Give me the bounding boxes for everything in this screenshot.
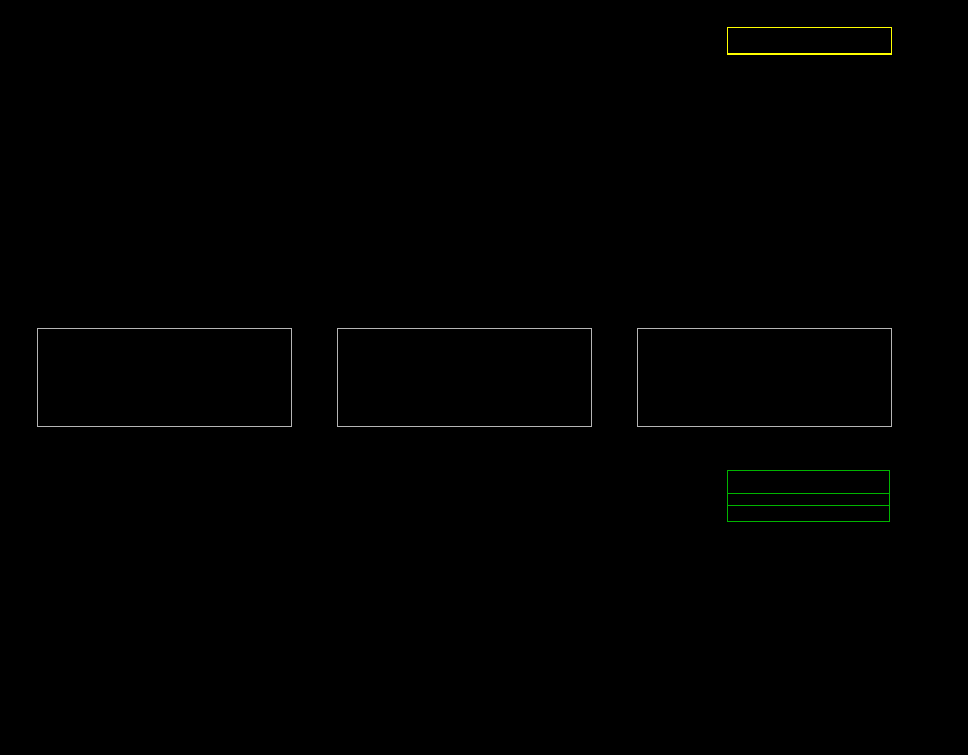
thumbnail-eliminate-canvas xyxy=(337,328,592,427)
parameter-value xyxy=(799,506,841,521)
thumbnail-original-canvas xyxy=(37,328,292,427)
parameter-name xyxy=(727,524,798,538)
autoscala-output-panel xyxy=(727,27,892,55)
thumbnail-original-ionogram xyxy=(37,328,292,433)
thumbnail-evidence-canvas xyxy=(637,328,892,427)
aip-panel-title xyxy=(728,471,889,494)
tec-top-row xyxy=(727,524,890,538)
aip-output-box xyxy=(727,470,890,522)
tec-bottom-row xyxy=(728,505,889,521)
thumbnail-evidence-f2 xyxy=(637,328,892,433)
autoscala-panel-title xyxy=(728,28,891,54)
aip-rows xyxy=(728,494,889,502)
thumbnail-eliminate-reflections xyxy=(337,328,592,433)
parameter-name xyxy=(728,506,799,521)
ionogram-bottom-canvas xyxy=(0,456,726,755)
parameter-value xyxy=(798,524,840,538)
autoscala-screen xyxy=(0,0,968,755)
ionogram-top-canvas xyxy=(0,14,726,314)
aip-output-panel xyxy=(727,470,890,538)
